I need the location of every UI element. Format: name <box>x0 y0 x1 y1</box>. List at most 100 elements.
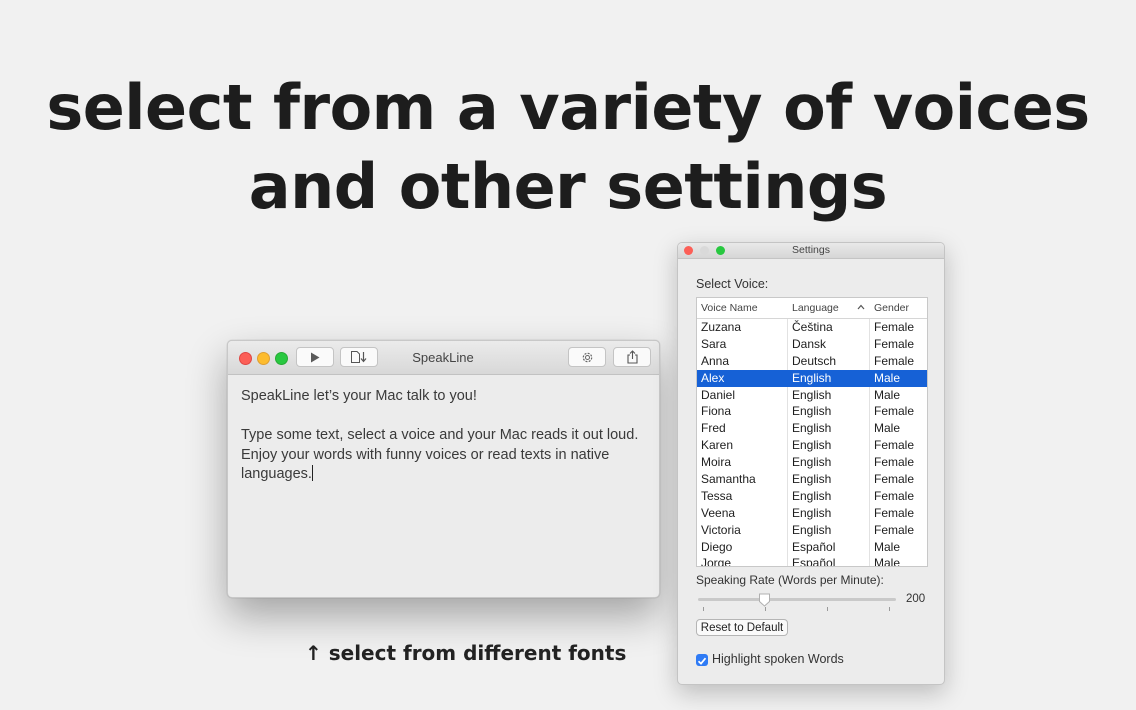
table-row[interactable]: Alex English Male <box>697 369 927 387</box>
column-header-language[interactable]: Language <box>792 302 839 314</box>
voice-rows: Zuzana Čeština Female Sara Dansk Female Anna De… <box>697 319 927 567</box>
gear-icon <box>582 352 592 362</box>
table-row[interactable]: Tessa English Female <box>697 488 927 505</box>
voice-table[interactable]: Voice Name Language Gender Zuzana Čeština… <box>696 297 928 567</box>
table-row[interactable]: Karen English Female <box>697 437 927 454</box>
table-row[interactable]: Moira English Female <box>697 454 927 471</box>
language-cell: Español <box>792 539 836 554</box>
window-title: SpeakLine <box>412 350 474 365</box>
table-row[interactable]: Diego Español Male <box>697 539 927 556</box>
highlight-words-label: Highlight spoken Words <box>712 652 844 666</box>
voice-name-cell: Alex <box>701 370 725 385</box>
text-editor[interactable]: SpeakLine let’s your Mac talk to you! Ty… <box>241 387 646 485</box>
language-cell: English <box>792 421 832 436</box>
column-header-voice-name[interactable]: Voice Name <box>701 302 758 314</box>
voice-name-cell: Tessa <box>701 488 733 503</box>
gender-cell: Female <box>874 472 915 487</box>
language-cell: English <box>792 455 832 470</box>
gender-cell: Male <box>874 421 901 436</box>
share-icon <box>626 350 638 364</box>
table-row[interactable]: Fiona English Female <box>697 403 927 420</box>
sort-ascending-icon <box>857 301 865 313</box>
table-row[interactable]: Fred English Male <box>697 420 927 437</box>
slider-tick <box>703 607 704 611</box>
gender-cell: Female <box>874 438 915 453</box>
gender-cell: Female <box>874 505 915 520</box>
voice-name-cell: Samantha <box>701 472 756 487</box>
language-cell: English <box>792 505 832 520</box>
fonts-caption: ↑ select from different fonts <box>305 641 627 665</box>
window-toolbar: SpeakLine <box>228 341 659 375</box>
play-icon <box>311 352 320 362</box>
language-cell: English <box>792 522 832 537</box>
language-cell: English <box>792 472 832 487</box>
language-cell: English <box>792 404 832 419</box>
headline-line-1: select from a variety of voices <box>46 71 1090 144</box>
share-button[interactable] <box>613 347 651 367</box>
gender-cell: Male <box>874 370 901 385</box>
export-audio-button[interactable] <box>340 347 378 367</box>
close-window-button[interactable] <box>239 352 252 365</box>
gender-cell: Female <box>874 522 915 537</box>
play-button[interactable] <box>296 347 334 367</box>
language-cell: Español <box>792 556 836 567</box>
slider-tick <box>889 607 890 611</box>
language-cell: English <box>792 387 832 402</box>
gender-cell: Female <box>874 353 915 368</box>
checkmark-icon <box>697 657 707 665</box>
slider-tick <box>765 607 766 611</box>
speaking-rate-slider[interactable] <box>698 598 896 601</box>
language-cell: English <box>792 370 832 385</box>
table-row[interactable]: Victoria English Female <box>697 522 927 539</box>
headline: select from a variety of voices and othe… <box>0 68 1136 226</box>
zoom-window-button[interactable] <box>275 352 288 365</box>
voice-name-cell: Sara <box>701 336 727 351</box>
settings-button[interactable] <box>568 347 606 367</box>
voice-name-cell: Daniel <box>701 387 736 402</box>
table-row[interactable]: Jorge Español Male <box>697 555 927 567</box>
headline-line-2: and other settings <box>248 150 888 223</box>
table-row[interactable]: Samantha English Female <box>697 471 927 488</box>
language-cell: English <box>792 488 832 503</box>
column-header-gender[interactable]: Gender <box>874 302 909 314</box>
language-cell: Dansk <box>792 336 827 351</box>
voice-name-cell: Fred <box>701 421 726 436</box>
table-header: Voice Name Language Gender <box>697 298 927 319</box>
voice-name-cell: Diego <box>701 539 733 554</box>
voice-name-cell: Anna <box>701 353 730 368</box>
text-paragraph-2: Type some text, select a voice and your … <box>241 427 639 482</box>
gender-cell: Female <box>874 455 915 470</box>
export-audio-icon <box>351 351 367 363</box>
slider-tick <box>827 607 828 611</box>
table-row[interactable]: Anna Deutsch Female <box>697 353 927 370</box>
slider-thumb[interactable] <box>758 593 771 607</box>
text-line-1: SpeakLine let’s your Mac talk to you! <box>241 388 477 404</box>
reset-to-default-button[interactable]: Reset to Default <box>696 619 788 636</box>
gender-cell: Male <box>874 539 901 554</box>
gender-cell: Female <box>874 336 915 351</box>
settings-window: Settings Select Voice: Voice Name Langua… <box>677 242 945 685</box>
voice-name-cell: Moira <box>701 455 732 470</box>
highlight-words-checkbox[interactable] <box>696 654 708 666</box>
table-row[interactable]: Zuzana Čeština Female <box>697 319 927 336</box>
voice-name-cell: Veena <box>701 505 736 520</box>
text-cursor <box>311 465 313 481</box>
gender-cell: Male <box>874 387 901 402</box>
table-row[interactable]: Daniel English Male <box>697 387 927 404</box>
minimize-window-button[interactable] <box>257 352 270 365</box>
select-voice-label: Select Voice: <box>696 277 769 291</box>
settings-title: Settings <box>792 244 830 256</box>
language-cell: English <box>792 438 832 453</box>
language-cell: Čeština <box>792 320 833 334</box>
voice-name-cell: Karen <box>701 438 734 453</box>
language-cell: Deutsch <box>792 353 837 368</box>
voice-name-cell: Zuzana <box>701 320 742 334</box>
settings-titlebar: Settings <box>678 243 944 259</box>
speakline-window: SpeakLine SpeakLine let’s your Mac talk … <box>227 340 660 598</box>
table-row[interactable]: Sara Dansk Female <box>697 336 927 353</box>
voice-name-cell: Fiona <box>701 404 732 419</box>
speaking-rate-label: Speaking Rate (Words per Minute): <box>696 573 884 587</box>
gender-cell: Female <box>874 488 915 503</box>
table-row[interactable]: Veena English Female <box>697 505 927 522</box>
voice-name-cell: Victoria <box>701 522 741 537</box>
